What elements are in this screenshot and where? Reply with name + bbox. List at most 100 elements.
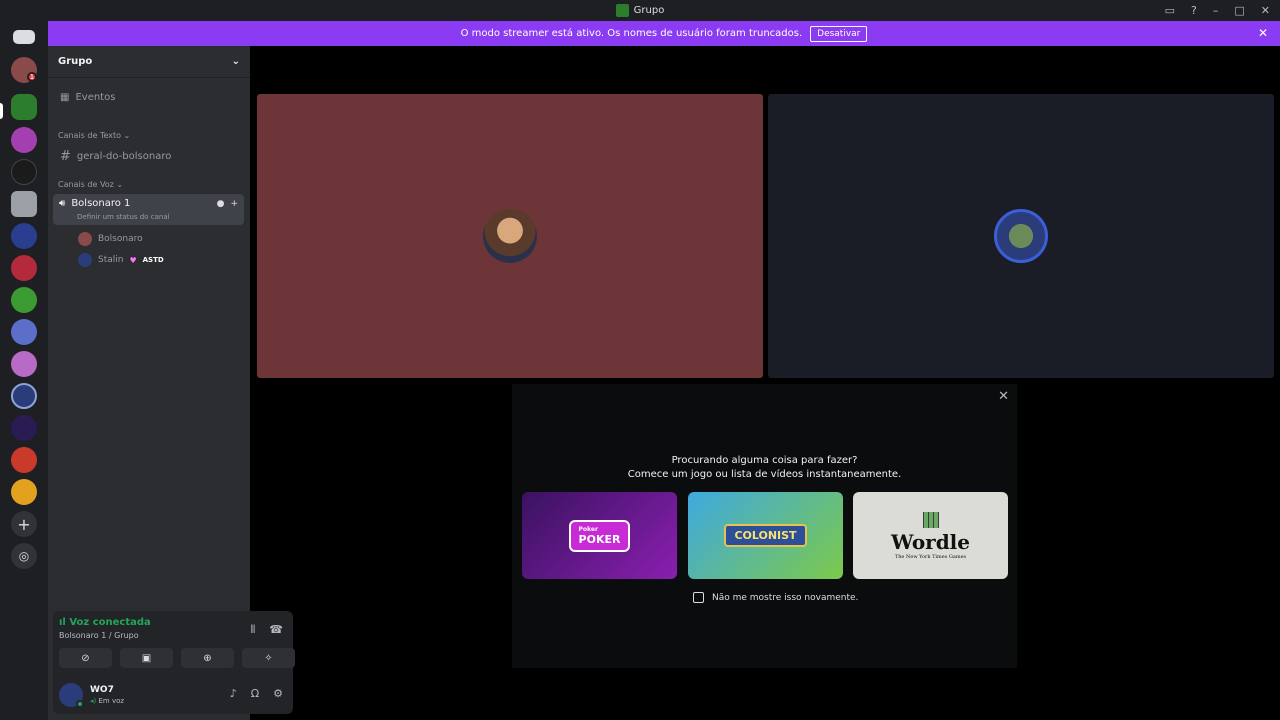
title-bar: Grupo ▭ ? – □ ✕ <box>0 0 1280 21</box>
server-13[interactable] <box>11 479 37 505</box>
game-card-poker[interactable]: Poker POKER <box>522 492 677 579</box>
member-name: Stalin <box>98 255 124 265</box>
calendar-icon: ▦ <box>60 92 70 103</box>
maximize-button[interactable]: □ <box>1234 4 1244 17</box>
server-grupo[interactable] <box>11 94 37 120</box>
heart-icon: ♥ <box>129 255 137 265</box>
screen-share-icon[interactable]: ▣ <box>120 648 173 668</box>
channel-geral-label: geral-do-bolsonaro <box>76 151 172 162</box>
game-name: Wordle <box>890 529 970 554</box>
server-indicator <box>0 103 3 119</box>
avatar <box>994 209 1048 263</box>
chevron-down-icon: ⌄ <box>231 56 240 67</box>
voice-connected-label: Voz conectada <box>69 617 151 628</box>
server-5[interactable] <box>11 223 37 249</box>
user-controls: ♪ Ω ⚙ <box>230 687 283 700</box>
server-9[interactable] <box>11 351 37 377</box>
server-12[interactable] <box>11 447 37 473</box>
window-title: Grupo <box>615 4 665 17</box>
video-tile-stalin[interactable] <box>768 94 1274 378</box>
avatar <box>483 209 537 263</box>
disable-streamer-button[interactable]: Desativar <box>810 25 868 42</box>
discord-icon[interactable] <box>13 30 35 44</box>
dont-show-checkbox[interactable] <box>693 592 704 603</box>
game-prefix: Poker <box>578 525 598 533</box>
dont-show-label: Não me mostre isso novamente. <box>712 592 859 603</box>
voice-channel-actions: ● + <box>217 199 238 209</box>
server-10[interactable] <box>11 383 37 409</box>
window-title-text: Grupo <box>633 5 665 16</box>
invite-icon[interactable]: + <box>230 199 238 209</box>
camera-off-icon[interactable]: ⊘ <box>59 648 112 668</box>
window-close-button[interactable]: ✕ <box>1261 4 1270 17</box>
voice-member[interactable]: Stalin ♥ ASTD <box>78 253 164 267</box>
server-rail: 1 + ◎ <box>0 21 48 720</box>
close-icon[interactable]: ✕ <box>998 389 1009 404</box>
video-tile-bolsonaro[interactable] <box>257 94 763 378</box>
add-server-button[interactable]: + <box>11 511 37 537</box>
member-name: Bolsonaro <box>98 234 143 244</box>
disconnect-icon[interactable]: ☎ <box>269 623 283 637</box>
user-name[interactable]: WO7 <box>90 685 114 695</box>
window-controls: ▭ ? – □ ✕ <box>1165 0 1270 21</box>
close-icon[interactable]: ✕ <box>1258 26 1268 40</box>
voice-connected-status[interactable]: ıl Voz conectada <box>59 617 151 628</box>
signal-icon: ıl <box>59 617 66 628</box>
server-7[interactable] <box>11 287 37 313</box>
hash-icon: # <box>60 149 71 164</box>
game-name: POKER <box>578 532 621 546</box>
server-6[interactable] <box>11 255 37 281</box>
voice-channel-name: Bolsonaro 1 <box>71 198 131 209</box>
channel-geral[interactable]: # geral-do-bolsonaro <box>60 149 171 164</box>
streamer-mode-banner: O modo streamer está ativo. Os nomes de … <box>48 21 1280 46</box>
discover-icon[interactable]: ◎ <box>11 543 37 569</box>
chat-icon[interactable]: ● <box>217 199 225 209</box>
text-category[interactable]: Canais de Texto ⌄ <box>48 131 130 140</box>
game-card-wordle[interactable]: Wordle The New York Times Games <box>853 492 1008 579</box>
game-name: COLONIST <box>724 524 807 547</box>
server-4[interactable] <box>11 191 37 217</box>
game-subtitle: The New York Times Games <box>894 553 967 560</box>
activity-line1: Procurando alguma coisa para fazer? <box>671 455 858 466</box>
voice-category[interactable]: Canais de Voz ⌄ <box>48 180 123 189</box>
help-icon[interactable]: ? <box>1191 4 1197 17</box>
voice-category-label: Canais de Voz <box>58 180 114 189</box>
voice-action-buttons: ⊘ ▣ ⊕ ✧ <box>59 648 295 668</box>
waveform-icon[interactable]: ⦀ <box>250 623 255 637</box>
voice-status-text[interactable]: Definir um status do canal <box>77 213 170 221</box>
server-11[interactable] <box>11 415 37 441</box>
inbox-icon[interactable]: ▭ <box>1165 4 1175 17</box>
activity-line2: Comece um jogo ou lista de vídeos instan… <box>627 469 902 480</box>
member-tag: ASTD <box>142 256 164 264</box>
gamepad-icon[interactable]: ⊕ <box>181 648 234 668</box>
speaker-icon: ◂) <box>90 697 97 705</box>
gear-icon[interactable]: ⚙ <box>273 687 283 700</box>
voice-location: Bolsonaro 1 / Grupo <box>59 631 139 640</box>
status-indicator <box>76 700 84 708</box>
server-2[interactable] <box>11 127 37 153</box>
game-card-colonist[interactable]: COLONIST <box>688 492 843 579</box>
user-status-text: Em voz <box>98 697 125 705</box>
speaker-icon: 🔊︎ <box>59 198 66 209</box>
server-name: Grupo <box>58 56 93 67</box>
voice-panel-actions: ⦀ ☎ <box>250 623 283 637</box>
avatar <box>78 253 92 267</box>
minimize-button[interactable]: – <box>1213 4 1219 17</box>
avatar <box>78 232 92 246</box>
voice-channel-active[interactable]: 🔊︎ Bolsonaro 1 Definir um status do cana… <box>53 194 244 225</box>
microphone-icon[interactable]: ♪ <box>230 687 237 700</box>
user-status: ◂) Em voz <box>90 697 124 705</box>
voice-channel-title: 🔊︎ Bolsonaro 1 <box>59 198 130 209</box>
headphones-icon[interactable]: Ω <box>251 687 259 700</box>
server-icon <box>615 4 629 17</box>
server-8[interactable] <box>11 319 37 345</box>
user-panel: WO7 ◂) Em voz ♪ Ω ⚙ <box>53 679 293 714</box>
server-3[interactable] <box>11 159 37 185</box>
game-title: Poker POKER <box>568 519 631 552</box>
voice-member[interactable]: Bolsonaro <box>78 232 143 246</box>
server-header[interactable]: Grupo ⌄ <box>48 46 250 78</box>
dont-show-option[interactable]: Não me mostre isso novamente. <box>693 592 858 603</box>
events-item[interactable]: ▦ Eventos <box>60 92 115 103</box>
events-label: Eventos <box>75 92 116 103</box>
soundboard-icon[interactable]: ✧ <box>242 648 295 668</box>
